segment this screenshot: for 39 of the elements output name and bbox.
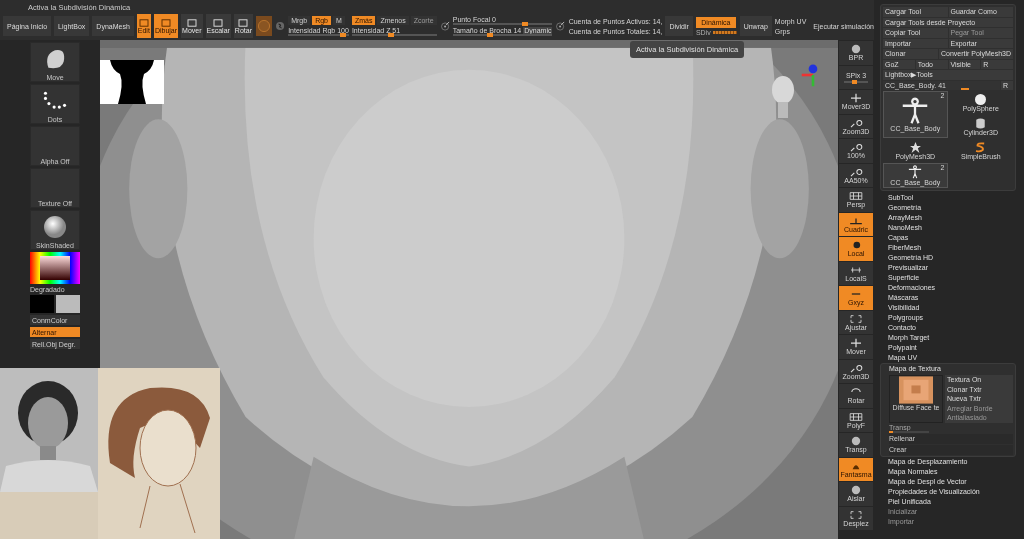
tool-icon (186, 18, 197, 27)
slider-fill[interactable] (889, 430, 893, 433)
sphere-icon (849, 436, 863, 447)
zoom-icon (849, 142, 863, 153)
tool-icon (213, 18, 224, 27)
cylinder-icon (975, 117, 987, 129)
frame-icon (849, 313, 863, 324)
stroke-dots-icon (42, 89, 68, 112)
move-icon (849, 93, 863, 104)
slider-thumb[interactable] (521, 22, 528, 27)
zoom-icon (849, 117, 863, 128)
figure-icon (907, 165, 924, 179)
material-icon (256, 18, 272, 35)
tool-icon (238, 18, 249, 27)
sphere-icon (849, 485, 863, 496)
zoom-icon (849, 362, 863, 373)
secondary-color-swatch[interactable] (56, 295, 80, 313)
grid-icon (849, 411, 863, 422)
slider-thumb[interactable] (486, 33, 493, 38)
texture-swatch-icon (899, 376, 933, 404)
frame-icon (849, 509, 863, 520)
tool-icon (160, 18, 171, 27)
grid-icon (849, 191, 863, 202)
slider-thumb[interactable] (339, 33, 346, 38)
zoom-icon (849, 166, 863, 177)
sphere-icon (849, 44, 863, 55)
sphere-icon (975, 93, 987, 105)
star-icon (909, 141, 921, 153)
slider-thumb[interactable] (851, 79, 857, 84)
sdiv-slider-fill[interactable] (712, 30, 737, 34)
color-picker[interactable] (30, 252, 80, 284)
figure-icon (901, 97, 930, 125)
material-sphere-icon (42, 215, 68, 238)
slider-thumb[interactable] (388, 33, 395, 38)
brush-icon (975, 141, 987, 153)
main-color-swatch[interactable] (30, 295, 54, 313)
tool-icon (138, 18, 149, 27)
material-button[interactable] (256, 16, 272, 37)
move-icon (849, 338, 863, 349)
